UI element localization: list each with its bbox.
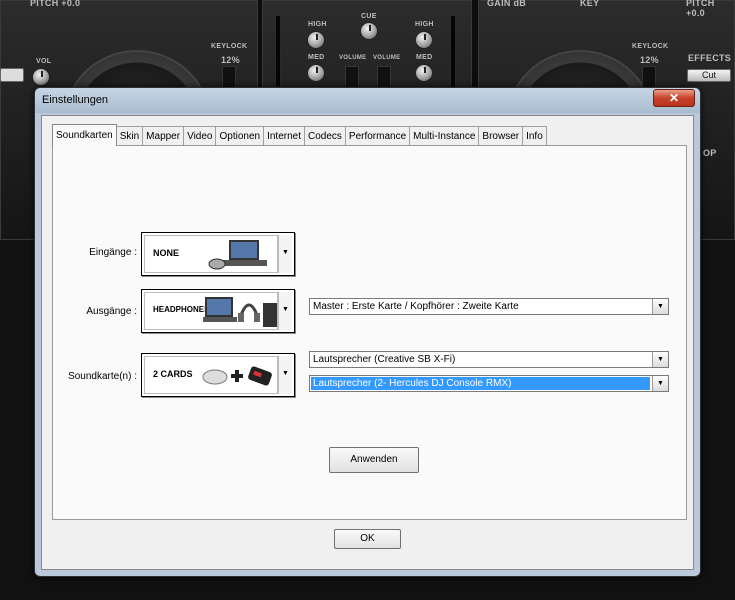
soundcard-2-select[interactable]: Lautsprecher (2- Hercules DJ Console RMX… — [309, 375, 669, 392]
ok-button[interactable]: OK — [334, 529, 401, 549]
dialog-titlebar[interactable]: Einstellungen ✕ — [35, 88, 700, 113]
laptop-headphones-icon — [203, 297, 277, 327]
settings-dialog: Einstellungen ✕ Soundkarten Skin Mapper … — [34, 87, 701, 577]
effects-label: EFFECTS — [688, 53, 732, 63]
med-left-knob[interactable] — [307, 64, 325, 82]
tab-multi-instance[interactable]: Multi-Instance — [409, 126, 480, 146]
tab-browser[interactable]: Browser — [478, 126, 524, 146]
left-deck-dropdown[interactable] — [0, 68, 24, 82]
close-button[interactable]: ✕ — [653, 89, 695, 107]
vol-knob[interactable] — [32, 68, 50, 86]
settings-tab-strip: Soundkarten Skin Mapper Video Optionen I… — [52, 124, 547, 146]
dialog-client-area: Soundkarten Skin Mapper Video Optionen I… — [41, 115, 694, 570]
med-right-label: MED — [416, 54, 433, 61]
tab-internet[interactable]: Internet — [263, 126, 305, 146]
outputs-label: Ausgänge : — [86, 306, 137, 317]
med-right-knob[interactable] — [415, 64, 433, 82]
inputs-picture-dropdown-icon[interactable]: ▼ — [278, 235, 292, 273]
cue-label: CUE — [361, 13, 377, 20]
soundcards-picture-selector[interactable]: 2 CARDS ▼ — [141, 353, 295, 397]
high-right-knob[interactable] — [415, 31, 433, 49]
outputs-picture-label: HEADPHONES — [153, 305, 210, 314]
outputs-config-select[interactable]: Master : Erste Karte / Kopfhörer : Zweit… — [309, 298, 669, 315]
soundcards-picture-dropdown-icon[interactable]: ▼ — [278, 356, 292, 394]
soundcard-1-select[interactable]: Lautsprecher (Creative SB X-Fi) ▼ — [309, 351, 669, 368]
inputs-picture-selector[interactable]: NONE ▼ — [141, 232, 295, 276]
soundcards-picture-label: 2 CARDS — [153, 369, 193, 379]
chevron-down-icon[interactable]: ▼ — [652, 352, 668, 367]
left-pitch-label: PITCH +0.0 — [30, 0, 81, 8]
keylock-right-label: KEYLOCK — [632, 43, 669, 50]
outputs-config-value: Master : Erste Karte / Kopfhörer : Zweit… — [313, 301, 519, 312]
volume-left-label: VOLUME — [339, 55, 367, 61]
key-label: KEY — [580, 0, 600, 8]
op-label: OP — [703, 148, 717, 158]
high-left-knob[interactable] — [307, 31, 325, 49]
tab-skin[interactable]: Skin — [115, 126, 144, 146]
med-left-label: MED — [308, 54, 325, 61]
apply-button[interactable]: Anwenden — [329, 447, 419, 473]
gain-label: GAIN dB — [487, 0, 527, 8]
keylock-left-label: KEYLOCK — [211, 43, 248, 50]
soundkarten-tab-page: Eingänge : NONE ▼ Ausgänge : HEADPHONES … — [52, 145, 687, 520]
inputs-picture-label: NONE — [153, 248, 180, 258]
tab-mapper[interactable]: Mapper — [142, 126, 185, 146]
tab-info[interactable]: Info — [522, 126, 547, 146]
soundcard-2-value: Lautsprecher (2- Hercules DJ Console RMX… — [311, 377, 650, 390]
tab-performance[interactable]: Performance — [344, 126, 411, 146]
vol-label: VOL — [36, 58, 52, 65]
dialog-title: Einstellungen — [42, 94, 109, 106]
pitch-percent-left: 12% — [221, 55, 240, 65]
chevron-down-icon[interactable]: ▼ — [652, 376, 668, 391]
close-icon: ✕ — [668, 91, 680, 105]
outputs-picture-dropdown-icon[interactable]: ▼ — [278, 292, 292, 330]
high-left-label: HIGH — [308, 21, 327, 28]
volume-right-label: VOLUME — [373, 55, 401, 61]
two-soundcards-icon — [202, 366, 272, 386]
high-right-label: HIGH — [415, 21, 434, 28]
tab-soundkarten[interactable]: Soundkarten — [52, 124, 117, 146]
cue-knob[interactable] — [360, 22, 378, 40]
inputs-picture: NONE — [144, 235, 278, 273]
tab-optionen[interactable]: Optionen — [215, 126, 265, 146]
right-pitch-label: PITCH +0.0 — [686, 0, 715, 18]
effect-cut-button[interactable]: Cut — [687, 69, 731, 82]
soundcards-label: Soundkarte(n) : — [68, 371, 137, 382]
soundcards-picture: 2 CARDS — [144, 356, 278, 394]
tab-video[interactable]: Video — [183, 126, 217, 146]
soundcard-1-value: Lautsprecher (Creative SB X-Fi) — [313, 354, 456, 365]
chevron-down-icon[interactable]: ▼ — [652, 299, 668, 314]
outputs-picture: HEADPHONES — [144, 292, 278, 330]
inputs-label: Eingänge : — [89, 247, 137, 258]
pitch-percent-right: 12% — [640, 55, 659, 65]
tab-codecs[interactable]: Codecs — [304, 126, 346, 146]
laptop-mixer-icon — [208, 240, 267, 270]
outputs-picture-selector[interactable]: HEADPHONES ▼ — [141, 289, 295, 333]
